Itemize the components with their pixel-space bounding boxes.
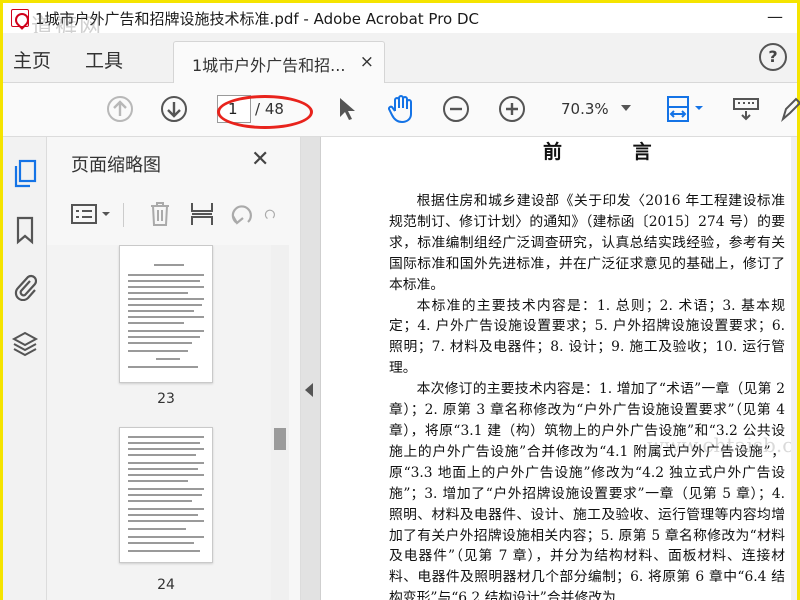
thumbnail-options-icon[interactable] [69,199,113,229]
thumbnail-panel: 页面缩略图 ✕ 23 24 [47,137,301,600]
help-icon[interactable]: ? [759,43,787,71]
zoom-out-icon[interactable] [441,94,471,124]
paragraph: 根据住房和城乡建设部《关于印发〈2016 年工程建设标准规范制订、修订计划〉的通… [389,193,785,293]
toolbar-divider [123,203,124,227]
close-panel-icon[interactable]: ✕ [251,147,269,172]
panel-splitter[interactable] [301,137,321,600]
home-tab[interactable]: 主页 [13,46,51,73]
select-arrow-icon[interactable] [331,94,361,124]
hand-icon[interactable] [386,94,416,124]
panel-title: 页面缩略图 [71,155,161,176]
toolbar: 1 / 48 70.3% [3,83,800,137]
collapse-panel-icon[interactable] [305,383,313,397]
delete-icon[interactable] [145,199,175,229]
thumbnail-page-number: 23 [157,391,175,407]
prev-page-icon[interactable] [105,94,135,124]
layers-icon[interactable] [10,327,40,361]
document-scrollbar[interactable] [791,137,797,600]
document-tab[interactable]: 1城市户外广告和招... × [173,41,385,83]
rotate-icon[interactable] [227,199,257,229]
keyboard-icon[interactable] [731,94,761,124]
red-highlight-ellipse [217,95,313,129]
thumbnail-page-number: 24 [157,577,175,593]
acrobat-icon [11,9,29,27]
next-page-icon[interactable] [159,94,189,124]
rotate-counter-icon[interactable] [263,199,277,229]
menu-bar: 主页 工具 1城市户外广告和招... × ? [3,33,797,83]
document-page: 前 言 根据住房和城乡建设部《关于印发〈2016 年工程建设标准规范制订、修订计… [321,137,797,600]
document-heading: 前 言 [543,141,684,163]
paragraph: 本次修订的主要技术内容是：1. 增加了“术语”一章（见第 2 章）；2. 原第 … [389,381,785,600]
insert-page-icon[interactable] [187,199,217,229]
window-title: 1城市户外广告和招牌设施技术标准.pdf - Adobe Acrobat Pro… [35,9,480,28]
bookmark-icon[interactable] [10,213,40,247]
fit-page-icon[interactable] [663,94,707,124]
document-body: 根据住房和城乡建设部《关于印发〈2016 年工程建设标准规范制订、修订计划〉的通… [389,191,785,600]
zoom-dropdown-icon[interactable] [621,105,631,111]
title-bar: 1城市户外广告和招牌设施技术标准.pdf - Adobe Acrobat Pro… [3,3,797,40]
paragraph: 本标准的主要技术内容是：1. 总则；2. 术语；3. 基本规定；4. 户外广告设… [389,297,785,377]
draw-pen-icon[interactable] [775,94,800,124]
thumbnails-list: 23 24 [47,245,281,600]
scrollbar-thumb[interactable] [274,428,286,450]
close-tab-icon[interactable]: × [360,52,374,72]
zoom-in-icon[interactable] [497,94,527,124]
tools-tab[interactable]: 工具 [85,46,123,73]
thumbnail-scrollbar[interactable] [271,245,289,600]
document-view[interactable]: 前 言 根据住房和城乡建设部《关于印发〈2016 年工程建设标准规范制订、修订计… [321,137,797,600]
document-tab-label: 1城市户外广告和招... [192,56,346,75]
minimize-button[interactable]: — [767,7,783,26]
panel-toolbar [47,193,301,237]
page-thumbnails-icon[interactable] [10,157,40,191]
thumbnail-page[interactable] [119,245,213,383]
left-rail [3,137,47,600]
attachment-icon[interactable] [10,269,40,303]
thumbnail-page[interactable] [119,427,213,563]
